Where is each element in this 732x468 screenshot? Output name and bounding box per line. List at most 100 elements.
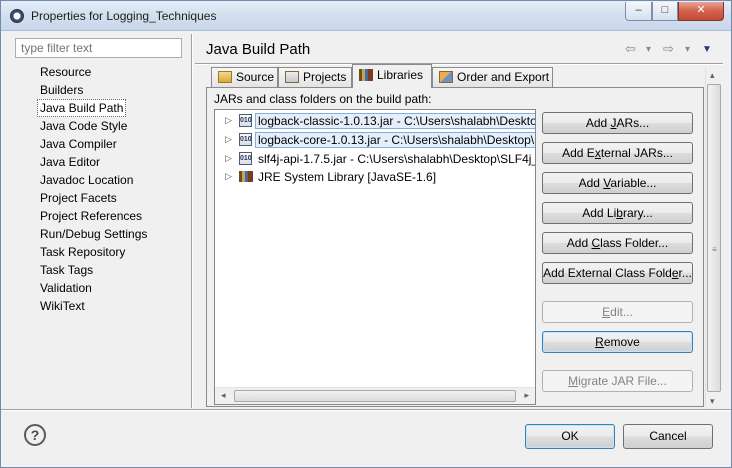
nav-item-project-references[interactable]: Project References bbox=[37, 207, 145, 225]
add-variable-button[interactable]: Add Variable... bbox=[542, 172, 693, 194]
help-icon[interactable]: ? bbox=[24, 424, 46, 446]
maximize-button[interactable]: □ bbox=[652, 2, 678, 21]
btn-text: Add Li bbox=[582, 206, 617, 220]
close-button[interactable]: ✕ bbox=[678, 2, 724, 21]
nav-item-builders[interactable]: Builders bbox=[37, 81, 86, 99]
nav-item-javadoc-location[interactable]: Javadoc Location bbox=[37, 171, 136, 189]
libraries-icon bbox=[359, 69, 373, 81]
back-arrow-icon[interactable]: ⇦ bbox=[625, 41, 636, 57]
tab-projects[interactable]: Projects bbox=[278, 67, 352, 87]
nav-item-java-build-path[interactable]: Java Build Path bbox=[37, 99, 127, 117]
properties-dialog: Properties for Logging_Techniques – □ ✕ … bbox=[0, 0, 732, 468]
projects-icon bbox=[285, 71, 299, 83]
mnemonic: E bbox=[602, 305, 611, 319]
add-class-folder-button[interactable]: Add Class Folder... bbox=[542, 232, 693, 254]
btn-text: lass Folder... bbox=[600, 236, 669, 250]
build-path-tree[interactable]: ▷ 010 logback-classic-1.0.13.jar - C:\Us… bbox=[214, 109, 536, 405]
btn-text: ARs... bbox=[616, 116, 650, 130]
btn-text: emove bbox=[603, 335, 640, 349]
window-title: Properties for Logging_Techniques bbox=[31, 9, 217, 23]
scroll-up-icon[interactable]: ▴ bbox=[710, 70, 715, 81]
jar-icon: 010 bbox=[239, 133, 252, 146]
forward-menu-icon[interactable]: ▾ bbox=[685, 44, 690, 55]
jar-icon: 010 bbox=[239, 114, 252, 127]
forward-arrow-icon[interactable]: ⇨ bbox=[663, 41, 674, 57]
btn-text: igrate JAR File... bbox=[578, 374, 667, 388]
btn-text: Add bbox=[566, 236, 592, 250]
tree-item-label: logback-classic-1.0.13.jar - C:\Users\sh… bbox=[255, 113, 535, 129]
add-external-jars-button[interactable]: Add External JARs... bbox=[542, 142, 693, 164]
migrate-jar-file-button[interactable]: Migrate JAR File... bbox=[542, 370, 693, 392]
btn-text: ternal JARs... bbox=[600, 146, 673, 160]
nav-item-resource[interactable]: Resource bbox=[37, 63, 94, 81]
scrollbar-thumb[interactable]: ≡ bbox=[707, 84, 721, 392]
scrollbar-grip-icon: ≡ bbox=[712, 245, 717, 254]
tree-horizontal-scrollbar[interactable]: ◂ ▸ bbox=[215, 387, 535, 404]
tab-source-label: Source bbox=[236, 70, 275, 84]
nav-item-validation[interactable]: Validation bbox=[37, 279, 95, 297]
order-export-icon bbox=[439, 71, 453, 83]
nav-item-run-debug-settings[interactable]: Run/Debug Settings bbox=[37, 225, 150, 243]
scroll-left-icon[interactable]: ◂ bbox=[221, 390, 226, 401]
filter-input[interactable] bbox=[15, 38, 182, 58]
btn-text: r... bbox=[678, 266, 692, 280]
btn-text: Add bbox=[585, 116, 611, 130]
nav-item-project-facets[interactable]: Project Facets bbox=[37, 189, 120, 207]
tree-item-slf4j-api[interactable]: ▷ 010 slf4j-api-1.7.5.jar - C:\Users\sha… bbox=[215, 150, 535, 168]
expand-arrow-icon[interactable]: ▷ bbox=[225, 153, 232, 164]
mnemonic: C bbox=[591, 236, 601, 250]
mnemonic: b bbox=[616, 206, 623, 220]
expand-arrow-icon[interactable]: ▷ bbox=[225, 115, 232, 126]
btn-text: ariable... bbox=[610, 176, 657, 190]
tree-item-label: logback-core-1.0.13.jar - C:\Users\shala… bbox=[255, 132, 535, 148]
tree-item-label: JRE System Library [JavaSE-1.6] bbox=[258, 170, 437, 184]
add-external-class-folder-button[interactable]: Add External Class Folder... bbox=[542, 262, 693, 284]
ok-button[interactable]: OK bbox=[525, 424, 615, 449]
edit-button[interactable]: Edit... bbox=[542, 301, 693, 323]
add-jars-button[interactable]: Add JARs... bbox=[542, 112, 693, 134]
minimize-button[interactable]: – bbox=[625, 2, 652, 21]
tree-item-logback-classic[interactable]: ▷ 010 logback-classic-1.0.13.jar - C:\Us… bbox=[215, 112, 535, 130]
build-path-label: JARs and class folders on the build path… bbox=[214, 92, 432, 106]
page-vertical-scrollbar[interactable]: ▴ ≡ ▾ bbox=[705, 67, 721, 410]
nav-item-java-code-style[interactable]: Java Code Style bbox=[37, 117, 130, 135]
back-menu-icon[interactable]: ▾ bbox=[646, 44, 651, 55]
tab-libraries[interactable]: Libraries bbox=[352, 64, 432, 88]
nav-item-wikitext[interactable]: WikiText bbox=[37, 297, 88, 315]
cancel-button[interactable]: Cancel bbox=[623, 424, 713, 449]
tab-order-and-export[interactable]: Order and Export bbox=[432, 67, 553, 87]
btn-text: Add bbox=[578, 176, 604, 190]
nav-item-java-editor[interactable]: Java Editor bbox=[37, 153, 103, 171]
scroll-down-icon[interactable]: ▾ bbox=[710, 396, 715, 407]
tab-projects-label: Projects bbox=[303, 70, 347, 84]
nav-item-task-tags[interactable]: Task Tags bbox=[37, 261, 96, 279]
nav-item-task-repository[interactable]: Task Repository bbox=[37, 243, 128, 261]
mnemonic: M bbox=[568, 374, 579, 388]
tree-item-logback-core[interactable]: ▷ 010 logback-core-1.0.13.jar - C:\Users… bbox=[215, 131, 535, 149]
tab-source[interactable]: Source bbox=[211, 67, 278, 87]
mnemonic: e bbox=[671, 266, 679, 280]
eclipse-app-icon bbox=[10, 9, 24, 23]
expand-arrow-icon[interactable]: ▷ bbox=[225, 134, 232, 145]
btn-text: rary... bbox=[622, 206, 653, 220]
tree-item-label: slf4j-api-1.7.5.jar - C:\Users\shalabh\D… bbox=[258, 152, 536, 166]
page-title: Java Build Path bbox=[206, 41, 311, 58]
nav-item-java-compiler[interactable]: Java Compiler bbox=[37, 135, 120, 153]
tab-libraries-label: Libraries bbox=[377, 68, 424, 82]
expand-arrow-icon[interactable]: ▷ bbox=[225, 171, 232, 182]
pane-divider[interactable] bbox=[191, 34, 193, 408]
title-bar[interactable]: Properties for Logging_Techniques – □ ✕ bbox=[1, 1, 731, 31]
btn-text: dit... bbox=[610, 305, 633, 319]
scrollbar-thumb[interactable] bbox=[234, 390, 516, 402]
remove-button[interactable]: Remove bbox=[542, 331, 693, 353]
footer-separator bbox=[1, 409, 731, 411]
btn-text: Add E bbox=[562, 146, 595, 160]
library-icon bbox=[239, 171, 253, 182]
add-library-button[interactable]: Add Library... bbox=[542, 202, 693, 224]
scroll-right-icon[interactable]: ▸ bbox=[524, 390, 529, 401]
mnemonic: R bbox=[595, 335, 604, 349]
source-folder-icon bbox=[218, 71, 232, 83]
view-menu-icon[interactable]: ▼ bbox=[702, 44, 712, 55]
jar-icon: 010 bbox=[239, 152, 252, 165]
tree-item-jre-system-library[interactable]: ▷ JRE System Library [JavaSE-1.6] bbox=[215, 168, 535, 186]
